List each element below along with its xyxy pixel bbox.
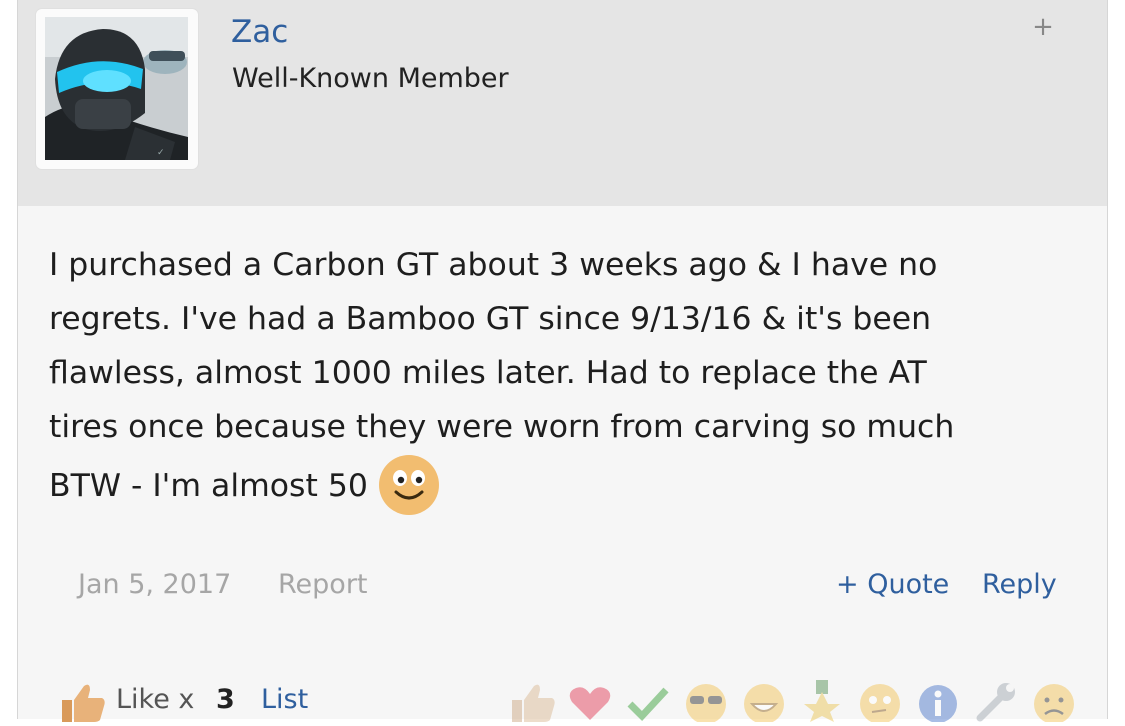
report-link[interactable]: Report xyxy=(278,569,368,600)
likes-list-link[interactable]: List xyxy=(261,684,308,715)
avatar[interactable]: ✓ xyxy=(45,17,188,160)
info-icon[interactable] xyxy=(914,680,962,723)
like-icon[interactable] xyxy=(508,680,556,722)
message-line: tires once because they were worn from c… xyxy=(49,409,955,445)
smiley-icon xyxy=(378,454,440,516)
medal-icon[interactable] xyxy=(798,680,846,722)
quote-link[interactable]: + Quote xyxy=(836,569,949,600)
message-line: flawless, almost 1000 miles later. Had t… xyxy=(49,355,927,391)
message-line: BTW - I'm almost 50 xyxy=(49,468,368,504)
message-line: I purchased a Carbon GT about 3 weeks ag… xyxy=(49,247,938,283)
reaction-bar xyxy=(508,680,1078,724)
reply-link[interactable]: Reply xyxy=(982,569,1057,600)
expand-toggle-button[interactable]: + xyxy=(1030,12,1056,42)
like-thumb-icon xyxy=(58,680,106,722)
sad-icon[interactable] xyxy=(1030,680,1078,724)
avatar-frame: ✓ xyxy=(36,9,198,169)
message-line: regrets. I've had a Bamboo GT since 9/13… xyxy=(49,301,932,337)
message-user-header: ✓ Zac Well-Known Member + xyxy=(18,0,1107,206)
check-icon[interactable] xyxy=(624,680,672,722)
wrench-icon[interactable] xyxy=(972,680,1020,722)
message-body: I purchased a Carbon GT about 3 weeks ag… xyxy=(49,238,1101,516)
svg-text:✓: ✓ xyxy=(157,148,165,158)
cool-icon[interactable] xyxy=(682,680,730,724)
post-date-link[interactable]: Jan 5, 2017 xyxy=(78,569,231,600)
username-link[interactable]: Zac xyxy=(231,14,288,50)
like-label: Like x xyxy=(116,684,195,715)
user-title: Well-Known Member xyxy=(232,63,509,94)
laugh-icon[interactable] xyxy=(740,680,788,724)
message-container: ✓ Zac Well-Known Member + I purchased a … xyxy=(17,0,1108,724)
like-count: 3 xyxy=(216,684,235,715)
thinking-icon[interactable] xyxy=(856,680,904,724)
message-last-line: BTW - I'm almost 50 xyxy=(49,454,1101,516)
heart-icon[interactable] xyxy=(566,680,614,722)
